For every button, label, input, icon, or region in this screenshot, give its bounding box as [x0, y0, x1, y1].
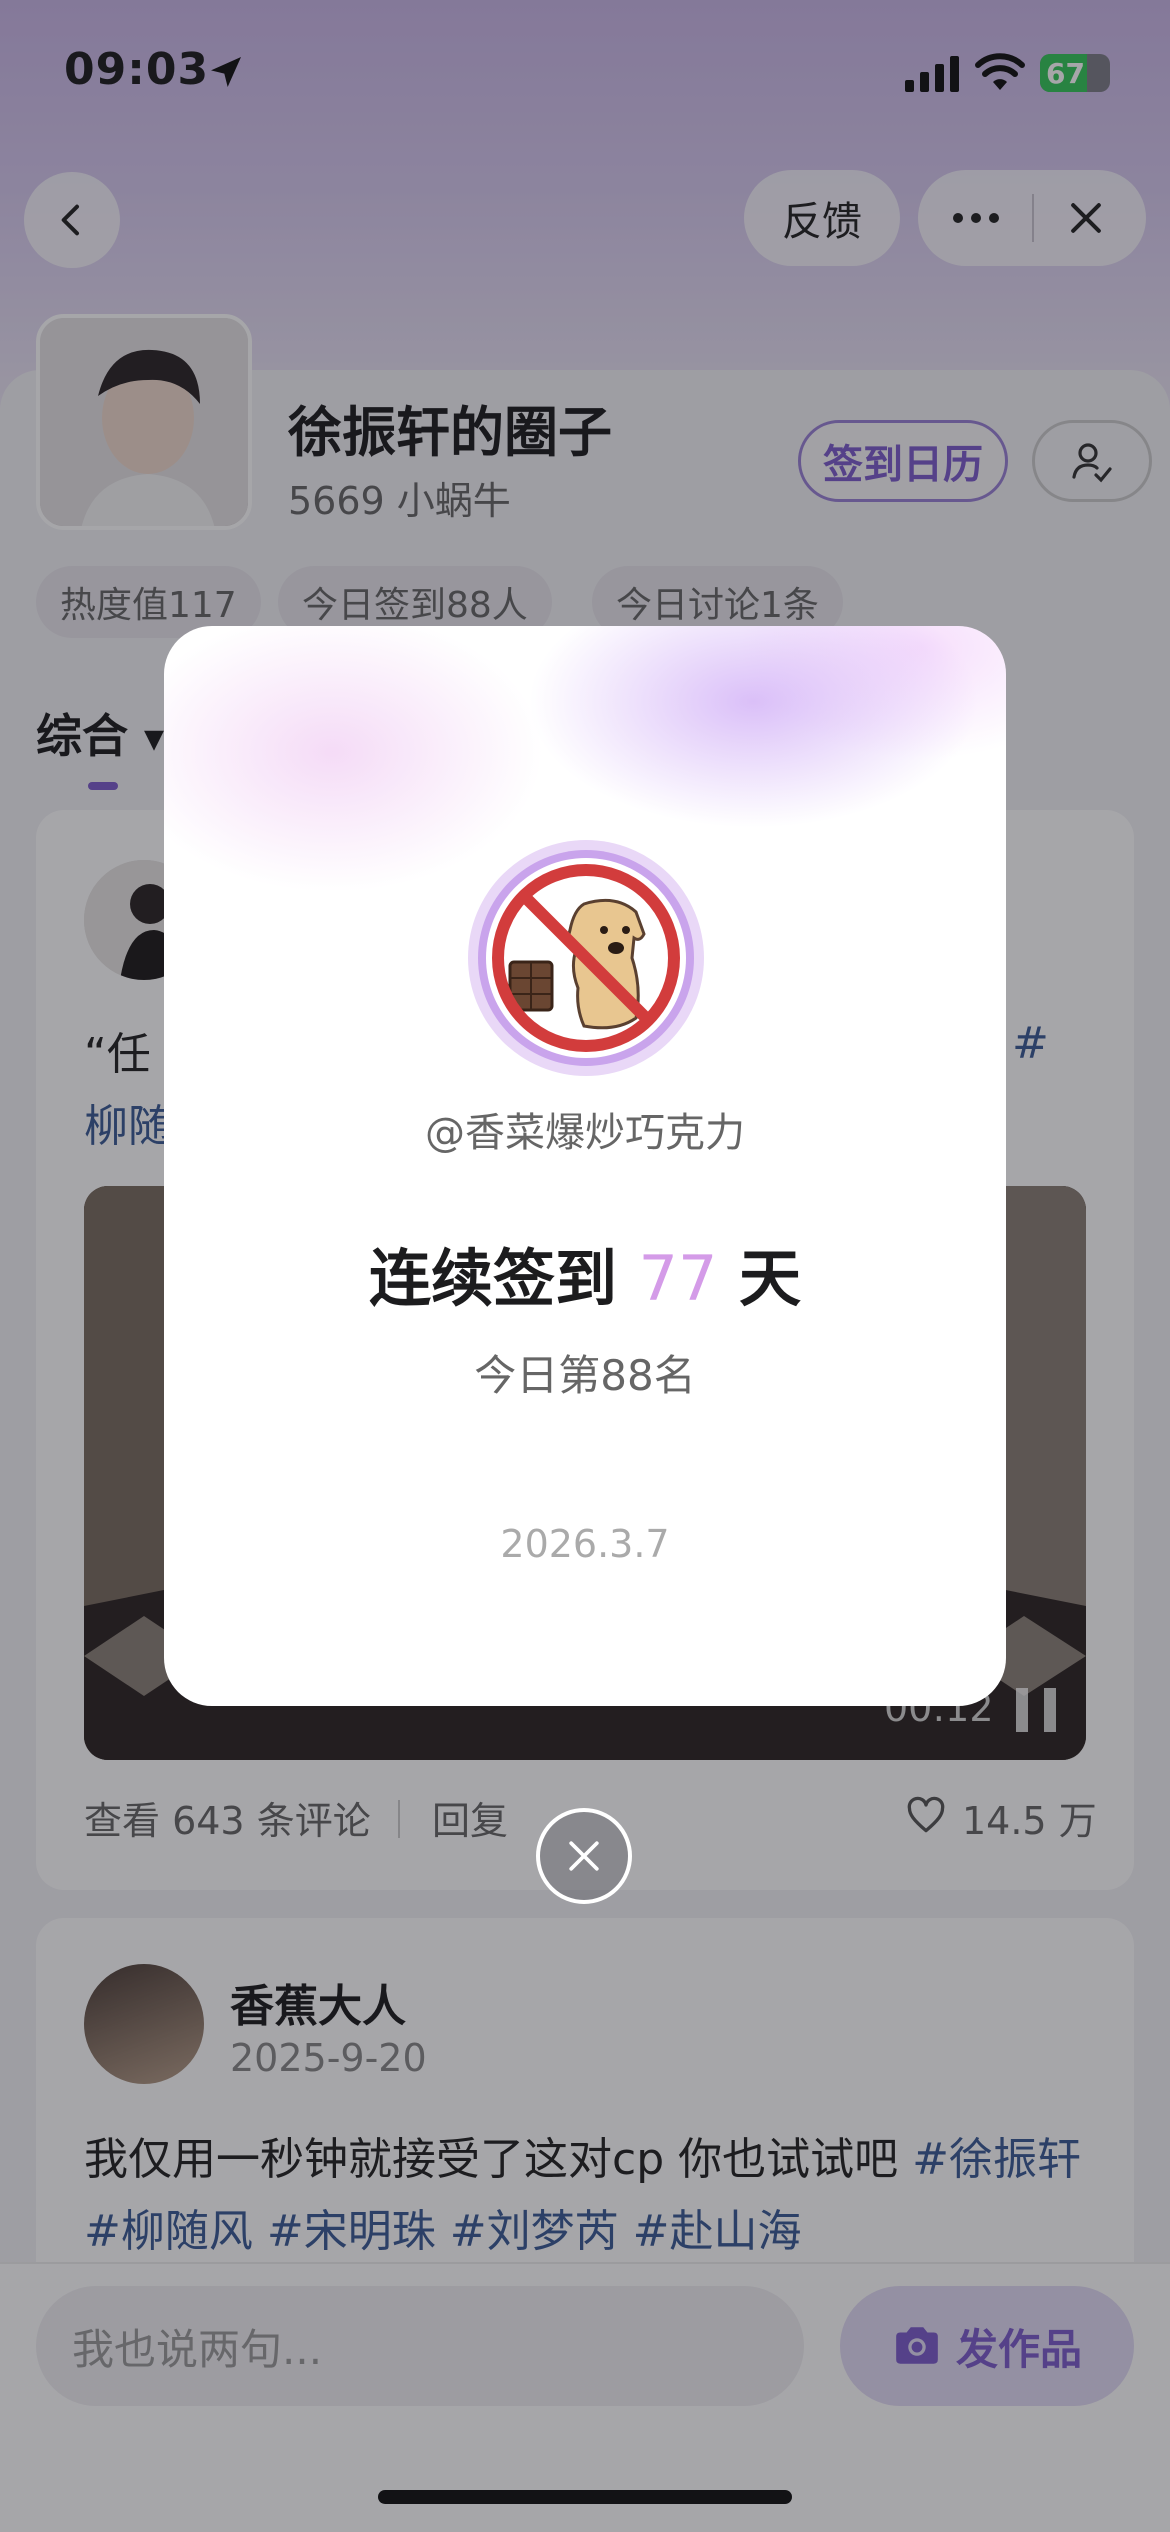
close-modal-button[interactable]	[536, 1808, 632, 1904]
user-badge-icon	[468, 840, 704, 1076]
close-icon	[569, 1841, 599, 1871]
streak-text: 连续签到 77 天	[164, 1228, 1006, 1318]
checkin-date: 2026.3.7	[500, 1522, 670, 1566]
checkin-rank: 今日第88名	[474, 1351, 696, 1400]
streak-suffix: 天	[717, 1242, 802, 1315]
username-handle: @香菜爆炒巧克力	[425, 1110, 745, 1156]
checkin-success-modal: @香菜爆炒巧克力 连续签到 77 天 今日第88名 2026.3.7	[164, 626, 1006, 1706]
streak-prefix: 连续签到	[368, 1242, 639, 1315]
streak-days: 77	[638, 1242, 718, 1315]
